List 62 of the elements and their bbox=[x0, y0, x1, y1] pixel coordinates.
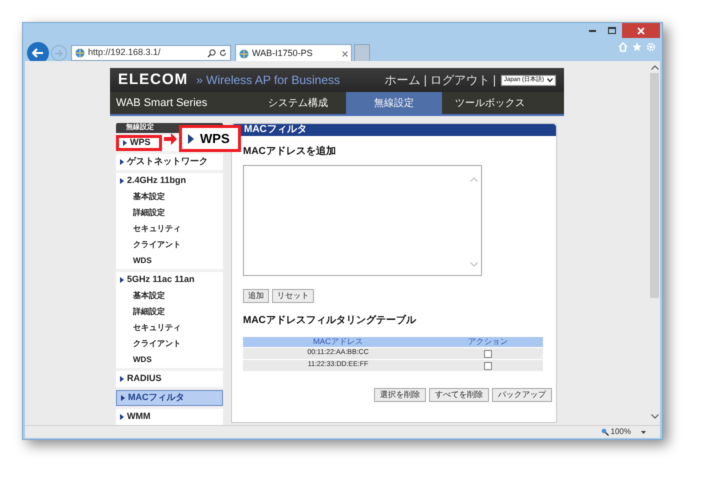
nav-tab[interactable]: システム構成 bbox=[250, 92, 346, 114]
globe-icon bbox=[239, 48, 249, 58]
sidebar-subitem[interactable]: 基本設定 bbox=[116, 288, 223, 304]
arrow-icon bbox=[55, 50, 63, 56]
tagline: » Wireless AP for Business bbox=[196, 72, 340, 89]
scroll-thumb[interactable] bbox=[650, 73, 659, 298]
action-button[interactable]: すべてを削除 bbox=[429, 388, 489, 402]
close-icon[interactable] bbox=[622, 23, 660, 38]
sidebar-item[interactable]: WMM bbox=[116, 409, 223, 425]
sidebar-subitem[interactable]: クライアント bbox=[116, 237, 223, 253]
tab-title: WAB-I1750-PS bbox=[252, 46, 314, 60]
section-heading: MACアドレスフィルタリングテーブル bbox=[243, 314, 418, 328]
url-text: http://192.168.3.1/ bbox=[88, 46, 162, 60]
browser-tab[interactable]: WAB-I1750-PS bbox=[235, 44, 352, 62]
zoom-level[interactable]: 100% bbox=[610, 426, 631, 438]
column-header: アクション bbox=[467, 337, 509, 347]
sidebar-subitem[interactable]: WDS bbox=[116, 253, 223, 269]
close-icon[interactable] bbox=[342, 50, 348, 56]
search-icon[interactable] bbox=[207, 48, 216, 58]
sidebar-item[interactable]: 5GHz 11ac 11an bbox=[116, 272, 223, 288]
form-button[interactable]: 追加 bbox=[243, 289, 269, 303]
separator-text: | bbox=[424, 72, 427, 89]
sidebar-item[interactable]: RADIUS bbox=[116, 371, 223, 387]
form-button[interactable]: リセット bbox=[272, 289, 314, 303]
separator-text: | bbox=[492, 72, 496, 89]
highlight-frame: WPS bbox=[116, 135, 162, 151]
sidebar-subitem[interactable]: 基本設定 bbox=[116, 189, 223, 205]
checkbox[interactable] bbox=[484, 362, 492, 370]
sidebar-subitem[interactable]: クライアント bbox=[116, 336, 223, 352]
action-button[interactable]: バックアップ bbox=[492, 388, 552, 402]
action-button[interactable]: 選択を削除 bbox=[374, 388, 426, 402]
sidebar-subitem[interactable]: セキュリティ bbox=[116, 221, 223, 237]
checkbox[interactable] bbox=[484, 350, 492, 358]
nav-tab[interactable]: 無線設定 bbox=[346, 92, 442, 114]
panel-title: MACフィルタ bbox=[232, 124, 556, 136]
nav-tab[interactable]: ツールボックス bbox=[442, 92, 538, 114]
column-header: MACアドレス bbox=[312, 337, 364, 347]
star-icon[interactable] bbox=[632, 42, 642, 52]
new-tab-button[interactable] bbox=[354, 44, 370, 62]
sidebar-subitem[interactable]: セキュリティ bbox=[116, 320, 223, 336]
scroll-down-icon[interactable] bbox=[650, 414, 658, 419]
scroll-up-icon[interactable] bbox=[650, 65, 658, 70]
globe-icon bbox=[75, 48, 85, 58]
sidebar-item[interactable]: 2.4GHz 11bgn bbox=[116, 173, 223, 189]
callout-tooltip: WPS bbox=[179, 125, 241, 152]
arrow-icon bbox=[32, 48, 44, 58]
sidebar-subitem[interactable]: 詳細設定 bbox=[116, 205, 223, 221]
header-link[interactable]: ログアウト bbox=[430, 71, 490, 89]
arrow-icon bbox=[164, 132, 178, 146]
brand-logo: ELECOM bbox=[118, 70, 188, 90]
header-link[interactable]: ホーム bbox=[384, 71, 421, 89]
address-bar[interactable]: http://192.168.3.1/ bbox=[71, 45, 231, 61]
section-heading: MACアドレスを追加 bbox=[243, 144, 337, 159]
sidebar-item[interactable]: ゲストネットワーク bbox=[116, 154, 223, 170]
series-name: WAB Smart Series bbox=[115, 96, 208, 111]
zoom-icon[interactable] bbox=[600, 428, 609, 436]
caret-icon[interactable] bbox=[641, 430, 646, 434]
sidebar-item[interactable]: MACフィルタ bbox=[116, 390, 223, 406]
refresh-icon[interactable] bbox=[219, 49, 227, 57]
caret-icon bbox=[547, 78, 553, 82]
sidebar-subitem[interactable]: 詳細設定 bbox=[116, 304, 223, 320]
sidebar-subitem[interactable]: WDS bbox=[116, 352, 223, 368]
